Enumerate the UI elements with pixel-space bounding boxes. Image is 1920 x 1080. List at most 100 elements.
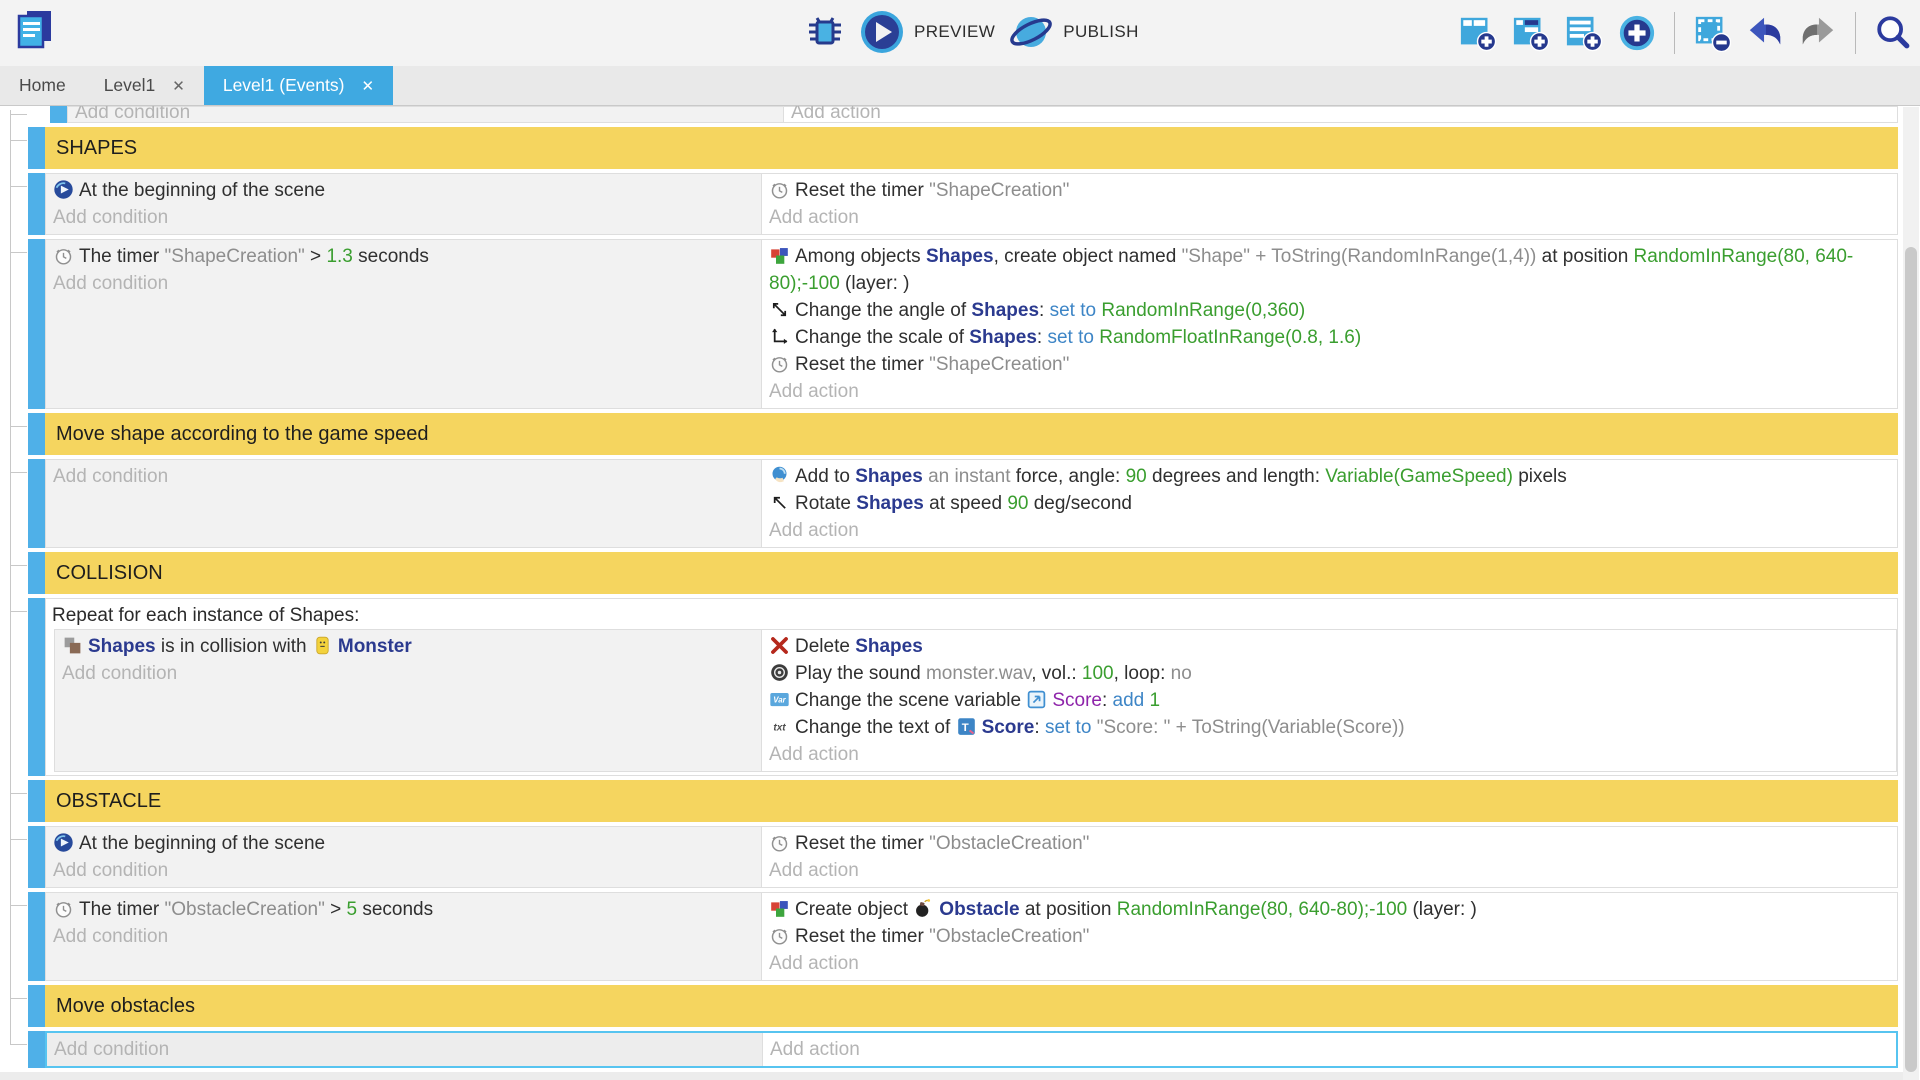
event-body[interactable]: At the beginning of the sceneAdd conditi… [45, 826, 1898, 888]
add-action-button[interactable]: Add action [762, 517, 1869, 544]
event-drag-handle[interactable] [28, 598, 45, 776]
event-line[interactable]: Reset the timer "ObstacleCreation" [762, 830, 1869, 857]
event-body[interactable]: Add conditionAdd action [67, 106, 1898, 123]
debug-button[interactable] [804, 11, 846, 53]
actions-cell[interactable]: Add action [784, 107, 1897, 122]
event-body[interactable]: At the beginning of the sceneAdd conditi… [45, 173, 1898, 235]
scrollbar-thumb[interactable] [1905, 247, 1917, 1072]
actions-cell[interactable]: Add action [763, 1033, 1896, 1066]
event-body[interactable]: Add conditionAdd action [45, 1031, 1898, 1068]
remove-event-button[interactable] [1693, 14, 1731, 52]
group-row[interactable]: Move shape according to the game speed [28, 413, 1898, 455]
undo-button[interactable] [1746, 14, 1784, 52]
add-circle-button[interactable] [1618, 14, 1656, 52]
foreach-header[interactable]: Repeat for each instance of Shapes: [46, 602, 1897, 629]
event-line[interactable]: The timer "ObstacleCreation" > 5 seconds [46, 896, 761, 923]
event-line[interactable]: Play the sound monster.wav, vol.: 100, l… [762, 660, 1868, 687]
group-row[interactable]: OBSTACLE [28, 780, 1898, 822]
conditions-cell[interactable]: Shapes is in collision with MonsterAdd c… [55, 630, 762, 771]
actions-cell[interactable]: Reset the timer "ObstacleCreation"Add ac… [762, 827, 1897, 887]
event-line[interactable]: Rotate Shapes at speed 90 deg/second [762, 490, 1869, 517]
tab-level1-events[interactable]: Level1 (Events)✕ [204, 66, 393, 105]
event-line[interactable]: The timer "ShapeCreation" > 1.3 seconds [46, 243, 761, 270]
add-event-button[interactable] [1459, 14, 1497, 52]
event-drag-handle[interactable] [28, 892, 45, 981]
actions-cell[interactable]: Add to Shapes an instant force, angle: 9… [762, 460, 1897, 547]
conditions-cell[interactable]: At the beginning of the sceneAdd conditi… [46, 174, 762, 234]
publish-button[interactable]: PUBLISH [1008, 9, 1139, 55]
event-line[interactable]: Delete Shapes [762, 633, 1868, 660]
event-body[interactable]: The timer "ShapeCreation" > 1.3 secondsA… [45, 239, 1898, 409]
event-body[interactable]: Add conditionAdd to Shapes an instant fo… [45, 459, 1898, 548]
conditions-cell[interactable]: Add condition [47, 1033, 763, 1066]
add-condition-button[interactable]: Add condition [46, 857, 761, 884]
actions-cell[interactable]: Create object Obstacle at position Rando… [762, 893, 1897, 980]
event-line[interactable]: Change the scale of Shapes: set to Rando… [762, 324, 1869, 351]
add-condition-button[interactable]: Add condition [46, 204, 761, 231]
add-condition-button[interactable]: Add condition [46, 270, 761, 297]
event-drag-handle[interactable] [28, 173, 45, 235]
actions-cell[interactable]: Reset the timer "ShapeCreation"Add actio… [762, 174, 1897, 234]
event-line[interactable]: At the beginning of the scene [46, 830, 761, 857]
event-body[interactable]: Repeat for each instance of Shapes:Shape… [45, 598, 1898, 776]
event-row[interactable]: The timer "ObstacleCreation" > 5 seconds… [28, 892, 1898, 981]
event-line[interactable]: Reset the timer "ObstacleCreation" [762, 923, 1869, 950]
event-drag-handle[interactable] [28, 127, 45, 169]
event-row[interactable]: Add conditionAdd to Shapes an instant fo… [28, 459, 1898, 548]
add-condition-button[interactable]: Add condition [46, 463, 761, 490]
events-sheet[interactable]: Add conditionAdd actionSHAPESAt the begi… [0, 106, 1903, 1080]
event-line[interactable]: Change the angle of Shapes: set to Rando… [762, 297, 1869, 324]
event-line[interactable]: Add to Shapes an instant force, angle: 9… [762, 463, 1869, 490]
event-row[interactable]: The timer "ShapeCreation" > 1.3 secondsA… [28, 239, 1898, 409]
event-row[interactable]: Add conditionAdd action [50, 106, 1898, 123]
conditions-cell[interactable]: At the beginning of the sceneAdd conditi… [46, 827, 762, 887]
event-drag-handle[interactable] [28, 239, 45, 409]
event-line[interactable]: Reset the timer "ShapeCreation" [762, 177, 1869, 204]
event-drag-handle[interactable] [28, 985, 45, 1027]
event-line[interactable]: Reset the timer "ShapeCreation" [762, 351, 1869, 378]
sub-event[interactable]: Shapes is in collision with MonsterAdd c… [54, 629, 1897, 772]
event-row[interactable]: At the beginning of the sceneAdd conditi… [28, 826, 1898, 888]
event-row[interactable]: At the beginning of the sceneAdd conditi… [28, 173, 1898, 235]
add-subevent-button[interactable] [1512, 14, 1550, 52]
event-row[interactable]: Add conditionAdd action [28, 1031, 1898, 1068]
actions-cell[interactable]: Among objects Shapes, create object name… [762, 240, 1897, 408]
add-action-button[interactable]: Add action [762, 204, 1869, 231]
event-drag-handle[interactable] [28, 413, 45, 455]
event-drag-handle[interactable] [28, 780, 45, 822]
add-condition-button[interactable]: Add condition [46, 923, 761, 950]
group-row[interactable]: COLLISION [28, 552, 1898, 594]
event-line[interactable]: Shapes is in collision with Monster [55, 633, 761, 660]
event-drag-handle[interactable] [28, 459, 45, 548]
add-action-button[interactable]: Add action [762, 950, 1869, 977]
event-line[interactable]: Among objects Shapes, create object name… [762, 243, 1869, 297]
add-comment-button[interactable] [1565, 14, 1603, 52]
event-drag-handle[interactable] [28, 826, 45, 888]
search-button[interactable] [1874, 14, 1912, 52]
event-drag-handle[interactable] [50, 106, 67, 123]
add-action-button[interactable]: Add action [763, 1036, 1868, 1063]
add-action-button[interactable]: Add action [784, 106, 1869, 123]
add-condition-button[interactable]: Add condition [47, 1036, 762, 1063]
event-drag-handle[interactable] [28, 552, 45, 594]
project-manager-icon[interactable] [13, 8, 57, 52]
event-line[interactable]: At the beginning of the scene [46, 177, 761, 204]
tab-level1[interactable]: Level1✕ [85, 66, 204, 105]
add-action-button[interactable]: Add action [762, 741, 1868, 768]
event-line[interactable]: txtChange the text of TScore: set to "Sc… [762, 714, 1868, 741]
preview-button[interactable]: PREVIEW [859, 9, 995, 55]
add-condition-button[interactable]: Add condition [68, 106, 783, 123]
foreach-event-row[interactable]: Repeat for each instance of Shapes:Shape… [28, 598, 1898, 776]
add-action-button[interactable]: Add action [762, 378, 1869, 405]
tab-close-icon[interactable]: ✕ [172, 77, 185, 95]
add-condition-button[interactable]: Add condition [55, 660, 761, 687]
tab-close-icon[interactable]: ✕ [361, 77, 374, 95]
add-action-button[interactable]: Add action [762, 857, 1869, 884]
tab-home[interactable]: Home [0, 66, 85, 105]
conditions-cell[interactable]: Add condition [46, 460, 762, 547]
conditions-cell[interactable]: The timer "ShapeCreation" > 1.3 secondsA… [46, 240, 762, 408]
actions-cell[interactable]: Delete ShapesPlay the sound monster.wav,… [762, 630, 1896, 771]
conditions-cell[interactable]: Add condition [68, 107, 784, 122]
redo-button[interactable] [1799, 14, 1837, 52]
group-row[interactable]: SHAPES [28, 127, 1898, 169]
